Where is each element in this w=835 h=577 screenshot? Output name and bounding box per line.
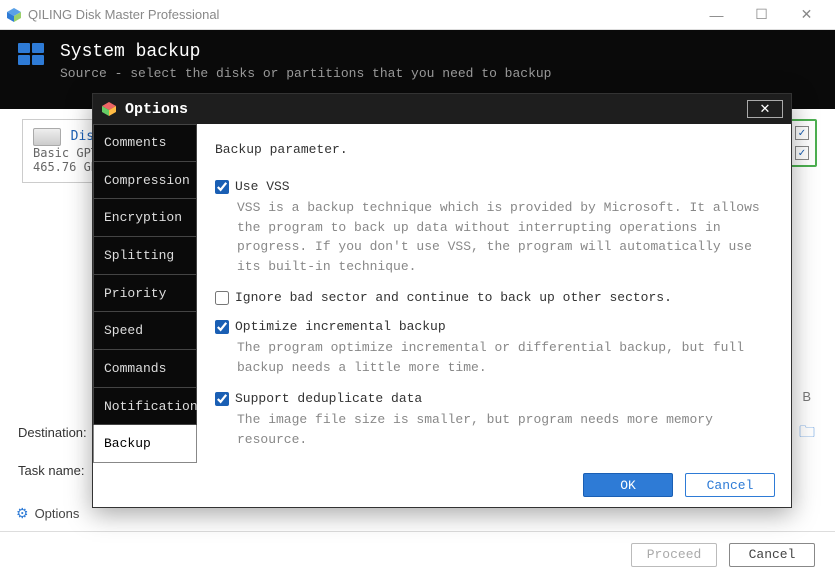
backup-option: Use VSS VSS is a backup technique which i…: [215, 179, 775, 276]
sidebar-item-notification[interactable]: Notification: [93, 388, 197, 426]
partition-checkbox[interactable]: ✓: [795, 146, 809, 160]
dialog-titlebar: Options ✕: [93, 94, 791, 124]
option-description: The image file size is smaller, but prog…: [237, 410, 775, 449]
proceed-button[interactable]: Proceed: [631, 543, 717, 567]
option-checkbox[interactable]: [215, 180, 229, 194]
dialog-cancel-button[interactable]: Cancel: [685, 473, 775, 497]
destination-label: Destination:: [18, 425, 87, 440]
header-icon: [18, 42, 46, 66]
disk-name: Dis: [71, 129, 94, 144]
option-text: Optimize incremental backup: [235, 319, 446, 334]
main-titlebar: QILING Disk Master Professional — ☐ ✕: [0, 0, 835, 30]
gear-icon: ⚙: [16, 505, 29, 522]
option-text: Support deduplicate data: [235, 391, 422, 406]
option-checkbox[interactable]: [215, 291, 229, 305]
option-checkbox[interactable]: [215, 392, 229, 406]
option-label[interactable]: Ignore bad sector and continue to back u…: [215, 290, 775, 305]
option-description: VSS is a backup technique which is provi…: [237, 198, 775, 276]
option-text: Ignore bad sector and continue to back u…: [235, 290, 672, 305]
backup-option: Optimize incremental backup The program o…: [215, 319, 775, 377]
sidebar-item-speed[interactable]: Speed: [93, 312, 197, 350]
backup-option: Support deduplicate data The image file s…: [215, 391, 775, 449]
partition-checkbox[interactable]: ✓: [795, 126, 809, 140]
sidebar-item-comments[interactable]: Comments: [93, 124, 197, 162]
option-label[interactable]: Use VSS: [215, 179, 775, 194]
sidebar-item-splitting[interactable]: Splitting: [93, 237, 197, 275]
dialog-title: Options: [125, 101, 188, 118]
minimize-button[interactable]: —: [694, 0, 739, 30]
main-cancel-button[interactable]: Cancel: [729, 543, 815, 567]
sidebar-item-compression[interactable]: Compression: [93, 162, 197, 200]
options-link-label: Options: [35, 506, 80, 521]
dialog-icon: [101, 101, 117, 117]
page-subtitle: Source - select the disks or partitions …: [60, 66, 551, 81]
disk-icon: [33, 128, 61, 146]
sidebar-item-encryption[interactable]: Encryption: [93, 199, 197, 237]
maximize-button[interactable]: ☐: [739, 0, 784, 30]
options-pane: Backup parameter. Use VSS VSS is a backup…: [197, 124, 791, 463]
options-link[interactable]: ⚙ Options: [16, 505, 79, 522]
option-text: Use VSS: [235, 179, 290, 194]
window-title: QILING Disk Master Professional: [28, 7, 219, 22]
ok-button[interactable]: OK: [583, 473, 673, 497]
close-button[interactable]: ✕: [784, 0, 829, 30]
app-icon: [6, 7, 22, 23]
partition-label: B: [802, 389, 811, 404]
pane-heading: Backup parameter.: [215, 142, 775, 157]
option-description: The program optimize incremental or diff…: [237, 338, 775, 377]
options-dialog: Options ✕ CommentsCompressionEncryptionS…: [92, 93, 792, 508]
task-name-label: Task name:: [18, 463, 84, 478]
dialog-close-button[interactable]: ✕: [747, 100, 783, 118]
browse-icon[interactable]: 🗀: [799, 421, 815, 448]
option-label[interactable]: Support deduplicate data: [215, 391, 775, 406]
main-footer: Proceed Cancel: [0, 531, 835, 577]
option-label[interactable]: Optimize incremental backup: [215, 319, 775, 334]
options-sidebar: CommentsCompressionEncryptionSplittingPr…: [93, 124, 197, 463]
sidebar-item-backup[interactable]: Backup: [93, 425, 197, 463]
sidebar-item-priority[interactable]: Priority: [93, 275, 197, 313]
sidebar-item-commands[interactable]: Commands: [93, 350, 197, 388]
backup-option: Ignore bad sector and continue to back u…: [215, 290, 775, 305]
dialog-footer: OK Cancel: [93, 463, 791, 507]
page-title: System backup: [60, 42, 551, 62]
option-checkbox[interactable]: [215, 320, 229, 334]
